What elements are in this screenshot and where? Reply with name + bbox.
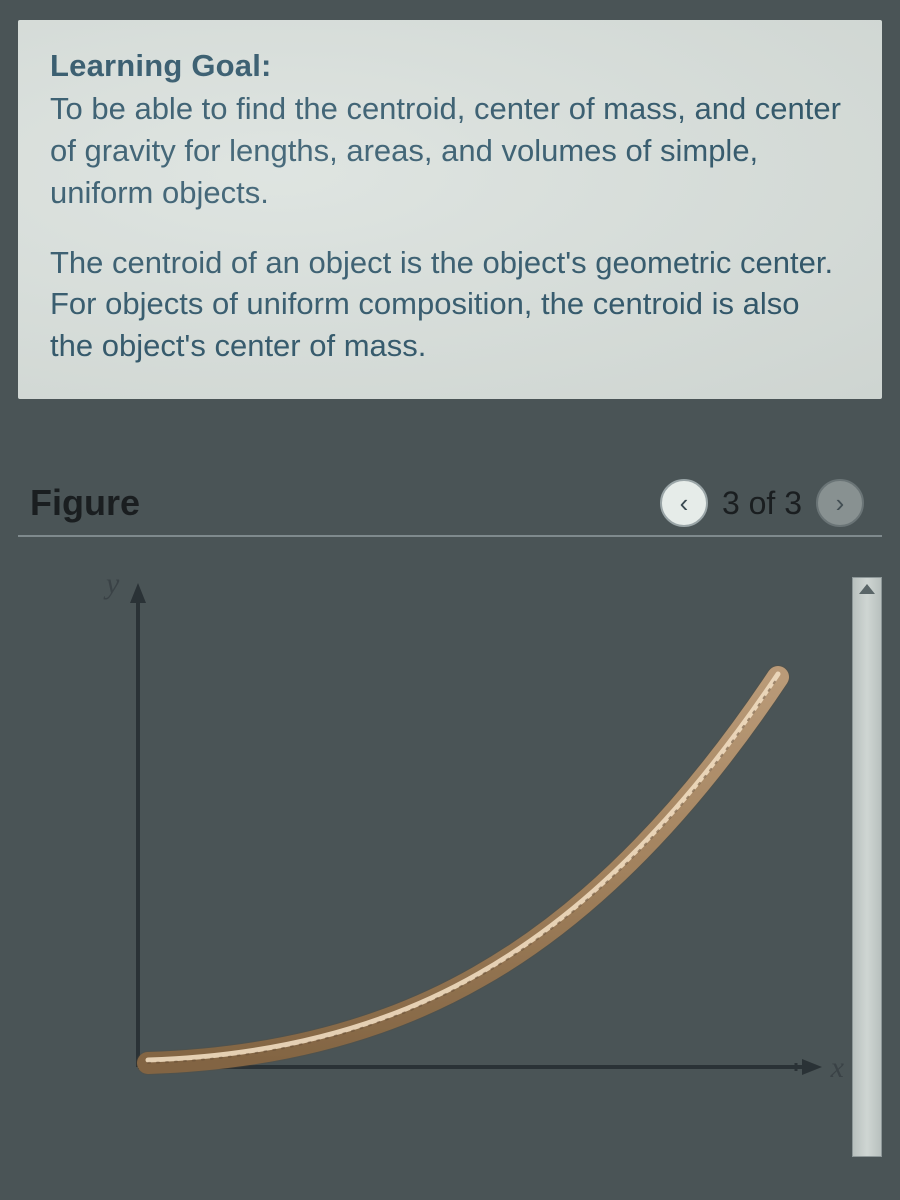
centroid-description: The centroid of an object is the object'…	[50, 242, 850, 368]
figure-area: y x	[18, 577, 882, 1157]
scroll-up-arrow-icon	[859, 584, 875, 594]
pager-next-button[interactable]: ›	[816, 479, 864, 527]
curve-tube	[78, 577, 838, 1097]
chevron-left-icon: ‹	[680, 490, 689, 516]
figure-scrollbar[interactable]	[852, 577, 882, 1157]
centroid-curve-graph: y x	[78, 577, 838, 1097]
figure-pager: ‹ 3 of 3 ›	[660, 479, 864, 527]
pager-prev-button[interactable]: ‹	[660, 479, 708, 527]
learning-goal-body: To be able to find the centroid, center …	[50, 88, 850, 214]
learning-goal-box: Learning Goal: To be able to find the ce…	[18, 20, 882, 399]
chevron-right-icon: ›	[836, 490, 845, 516]
pager-position-text: 3 of 3	[722, 485, 802, 522]
learning-goal-title: Learning Goal:	[50, 48, 850, 84]
figure-label: Figure	[30, 482, 140, 524]
figure-header-bar: Figure ‹ 3 of 3 ›	[18, 479, 882, 537]
